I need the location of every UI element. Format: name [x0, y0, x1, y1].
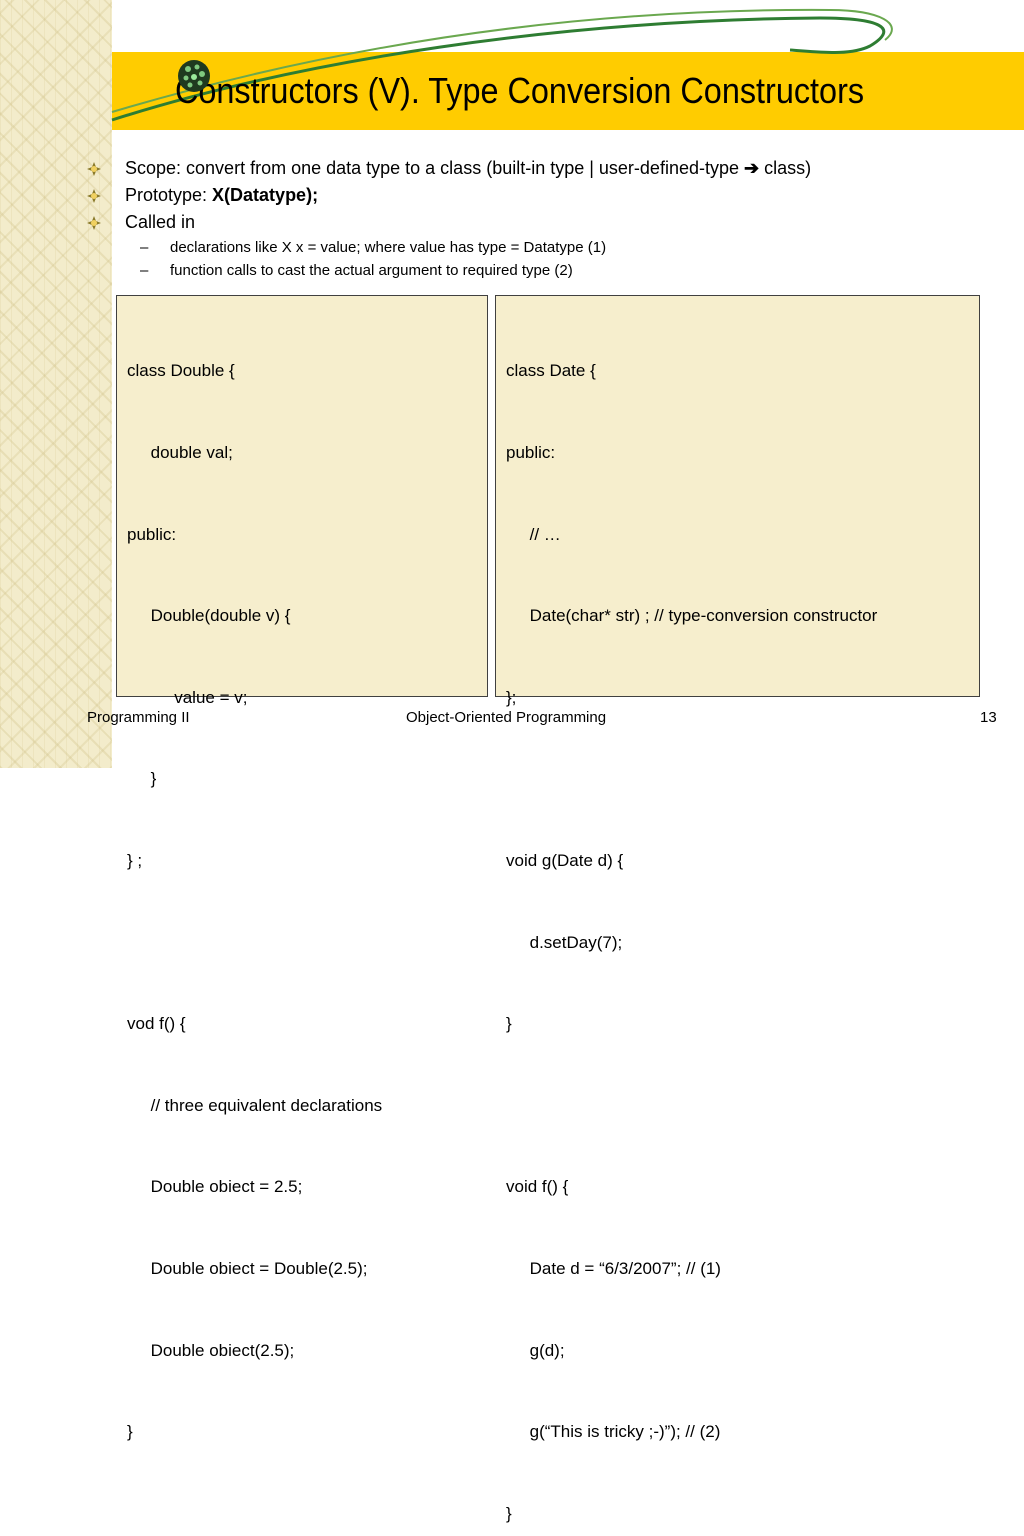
dash-marker: –: [140, 239, 149, 256]
sub-bullet-text: function calls to cast the actual argume…: [170, 262, 573, 279]
bullet-star-icon: [87, 162, 101, 176]
code-line: }: [127, 769, 157, 789]
code-line: void f() {: [506, 1177, 569, 1197]
code-line: class Date {: [506, 361, 596, 381]
bullet-called-in: Called in: [86, 209, 986, 236]
called-in-label: Called in: [125, 212, 196, 232]
arrow-right-icon: ➔: [744, 158, 760, 178]
prototype-value: X(Datatype);: [212, 185, 319, 205]
bullet-list: Scope: convert from one data type to a c…: [86, 155, 986, 282]
bullet-star-icon: [87, 189, 101, 203]
code-line: Double obiect = 2.5;: [127, 1177, 303, 1197]
code-line: };: [506, 687, 517, 707]
code-line: g(d);: [506, 1340, 565, 1360]
bullet-prototype: Prototype: X(Datatype);: [86, 182, 986, 209]
code-line: Date d = “6/3/2007”; // (1): [506, 1258, 721, 1278]
sub-bullet-text: declarations like X x = value; where val…: [170, 239, 607, 256]
code-box-double: class Double { double val; public: Doubl…: [116, 295, 488, 1441]
code-line: class Double {: [127, 361, 235, 381]
scope-text-end: class): [759, 158, 812, 178]
code-line: }: [506, 1503, 512, 1523]
code-line: vod f() {: [127, 1014, 186, 1034]
footer-course: Programming II: [87, 709, 190, 726]
code-line: // three equivalent declarations: [127, 1095, 383, 1115]
code-line: }: [127, 1422, 133, 1442]
code-line: Double(double v) {: [127, 606, 291, 626]
dash-marker: –: [140, 262, 149, 279]
background-texture: [0, 0, 112, 768]
code-line: public:: [127, 524, 177, 544]
code-line: } ;: [127, 850, 143, 870]
footer-topic: Object-Oriented Programming: [406, 709, 607, 726]
code-line: void g(Date d) {: [506, 850, 624, 870]
code-line: Double obiect = Double(2.5);: [127, 1258, 368, 1278]
code-line: g(“This is tricky ;-)”); // (2): [506, 1422, 721, 1442]
sub-bullet-function-calls: – function calls to cast the actual argu…: [86, 259, 986, 282]
code-line: Double obiect(2.5);: [127, 1340, 295, 1360]
bullet-star-icon: [87, 216, 101, 230]
code-line: // …: [506, 524, 561, 544]
sub-bullet-declarations: – declarations like X x = value; where v…: [86, 236, 986, 259]
prototype-label: Prototype:: [125, 185, 213, 205]
globe-icon: [178, 60, 210, 92]
code-line: d.setDay(7);: [506, 932, 623, 952]
code-box-date: class Date { public: // … Date(char* str…: [495, 295, 980, 1523]
code-line: double val;: [127, 443, 233, 462]
code-line: public:: [506, 443, 556, 462]
code-line: }: [506, 1014, 512, 1034]
code-line: value = v;: [127, 687, 248, 707]
page-number: 13: [980, 709, 997, 726]
scope-text: Scope: convert from one data type to a c…: [125, 158, 744, 178]
bullet-scope: Scope: convert from one data type to a c…: [86, 155, 986, 182]
code-line: Date(char* str) ; // type-conversion con…: [506, 606, 878, 626]
slide-title: Constructors (V). Type Conversion Constr…: [175, 70, 865, 111]
